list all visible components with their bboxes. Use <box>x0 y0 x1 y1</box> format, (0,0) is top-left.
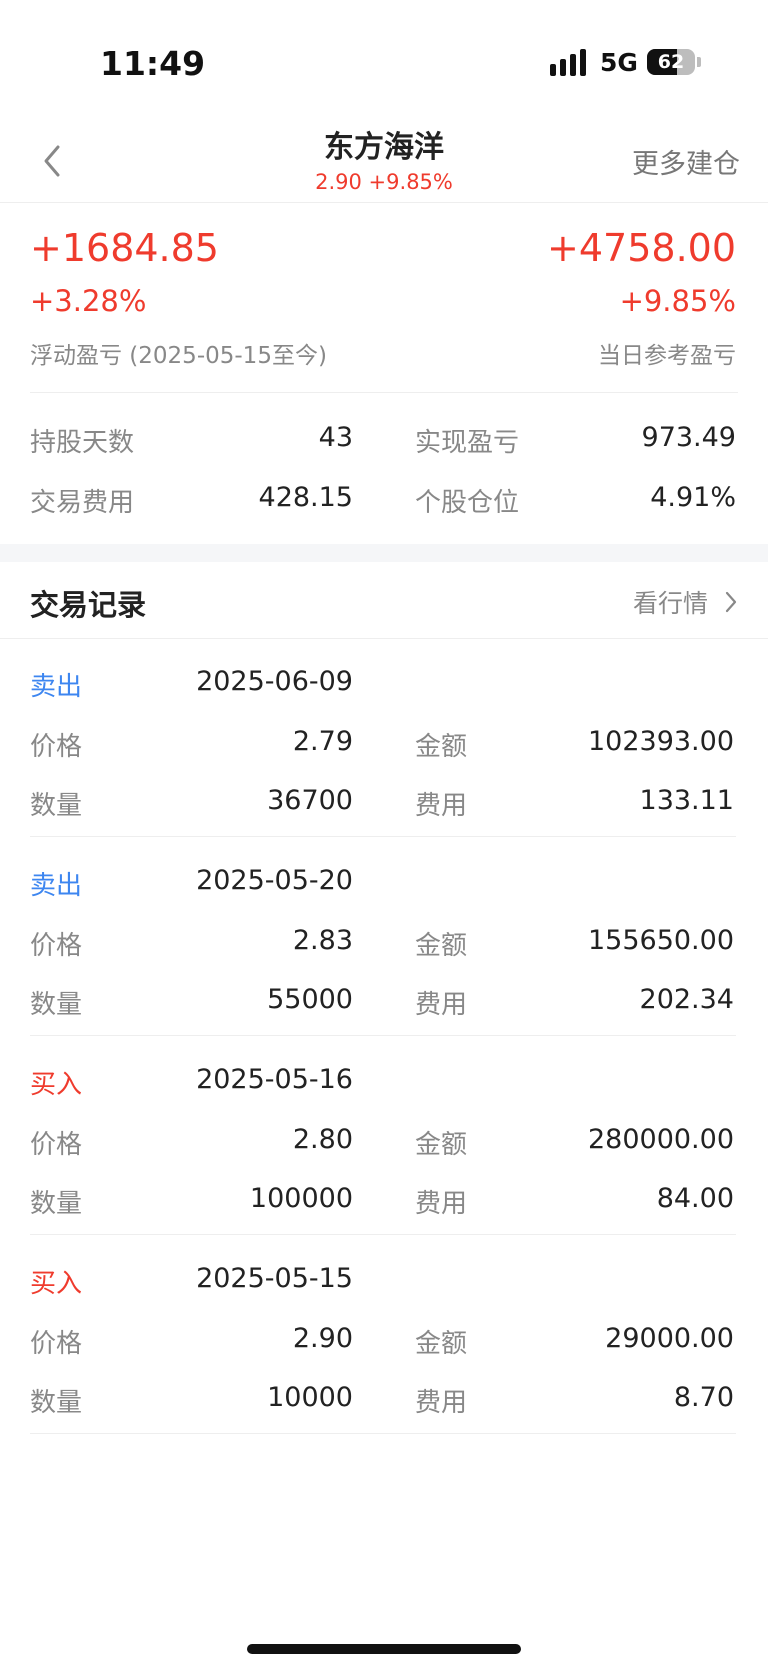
record-amount: 29000.00 <box>605 1323 734 1354</box>
record-quantity: 100000 <box>249 1183 353 1214</box>
record-divider <box>30 1234 736 1235</box>
battery-level: 62 <box>657 51 685 73</box>
record-fee: 202.34 <box>639 984 734 1015</box>
record-amount-label: 金额 <box>415 1329 468 1359</box>
record-fee-label: 费用 <box>415 791 468 821</box>
position-ratio-value: 4.91% <box>650 482 736 513</box>
summary-divider <box>30 392 738 393</box>
status-time: 11:49 <box>100 44 206 83</box>
record-date: 2025-05-20 <box>196 865 353 896</box>
record-fee: 8.70 <box>673 1382 734 1413</box>
hold-days-label: 持股天数 <box>30 428 135 458</box>
record-amount-label: 金额 <box>415 1130 468 1160</box>
realized-pl-value: 973.49 <box>641 422 736 453</box>
record-price-label: 价格 <box>30 732 83 762</box>
record-quantity-label: 数量 <box>30 1388 83 1418</box>
network-label: 5G <box>600 48 638 77</box>
trade-fee-label: 交易费用 <box>30 488 135 518</box>
record-price: 2.83 <box>292 925 353 956</box>
view-market-link[interactable]: 看行情 <box>633 584 738 620</box>
position-ratio-label: 个股仓位 <box>415 488 520 518</box>
realized-pl-label: 实现盈亏 <box>415 428 520 458</box>
day-pl-percent: +9.85% <box>619 284 736 318</box>
record-price: 2.79 <box>292 726 353 757</box>
records-header-divider <box>0 638 768 639</box>
record-price-label: 价格 <box>30 1130 83 1160</box>
record-type: 买入 <box>30 1070 83 1100</box>
record-type: 卖出 <box>30 672 83 702</box>
record-fee: 133.11 <box>639 785 734 816</box>
record-quantity: 55000 <box>267 984 353 1015</box>
record-fee-label: 费用 <box>415 1189 468 1219</box>
record-quantity-label: 数量 <box>30 990 83 1020</box>
record-quantity: 10000 <box>267 1382 353 1413</box>
record-date: 2025-05-15 <box>196 1263 353 1294</box>
record-quantity: 36700 <box>267 785 353 816</box>
trade-fee-value: 428.15 <box>258 482 353 513</box>
record-type: 买入 <box>30 1269 83 1299</box>
trade-records-title: 交易记录 <box>30 588 147 622</box>
record-fee-label: 费用 <box>415 990 468 1020</box>
day-pl-caption: 当日参考盈亏 <box>598 343 736 369</box>
battery-icon: 62 <box>647 49 695 75</box>
record-price-label: 价格 <box>30 931 83 961</box>
record-amount-label: 金额 <box>415 931 468 961</box>
record-price-label: 价格 <box>30 1329 83 1359</box>
float-pl-caption: 浮动盈亏 (2025-05-15至今) <box>30 343 327 369</box>
record-amount: 280000.00 <box>587 1124 734 1155</box>
battery-tip <box>697 57 701 67</box>
home-indicator <box>247 1644 521 1654</box>
record-amount: 155650.00 <box>587 925 734 956</box>
record-amount: 102393.00 <box>587 726 734 757</box>
record-price: 2.90 <box>292 1323 353 1354</box>
record-fee: 84.00 <box>656 1183 734 1214</box>
record-quantity-label: 数量 <box>30 791 83 821</box>
more-positions-button[interactable]: 更多建仓 <box>632 142 740 181</box>
section-separator <box>0 544 768 562</box>
record-divider <box>30 1035 736 1036</box>
record-quantity-label: 数量 <box>30 1189 83 1219</box>
record-amount-label: 金额 <box>415 732 468 762</box>
header-divider <box>0 202 768 203</box>
chevron-right-icon <box>725 591 737 613</box>
record-date: 2025-05-16 <box>196 1064 353 1095</box>
record-divider <box>30 1433 736 1434</box>
hold-days-value: 43 <box>318 422 353 453</box>
record-divider <box>30 836 736 837</box>
float-pl-value: +1684.85 <box>30 226 219 270</box>
record-date: 2025-06-09 <box>196 666 353 697</box>
view-market-label: 看行情 <box>632 589 708 618</box>
float-pl-percent: +3.28% <box>30 284 147 318</box>
day-pl-value: +4758.00 <box>547 226 736 270</box>
record-fee-label: 费用 <box>415 1388 468 1418</box>
record-price: 2.80 <box>292 1124 353 1155</box>
record-type: 卖出 <box>30 871 83 901</box>
signal-icon <box>550 48 590 76</box>
